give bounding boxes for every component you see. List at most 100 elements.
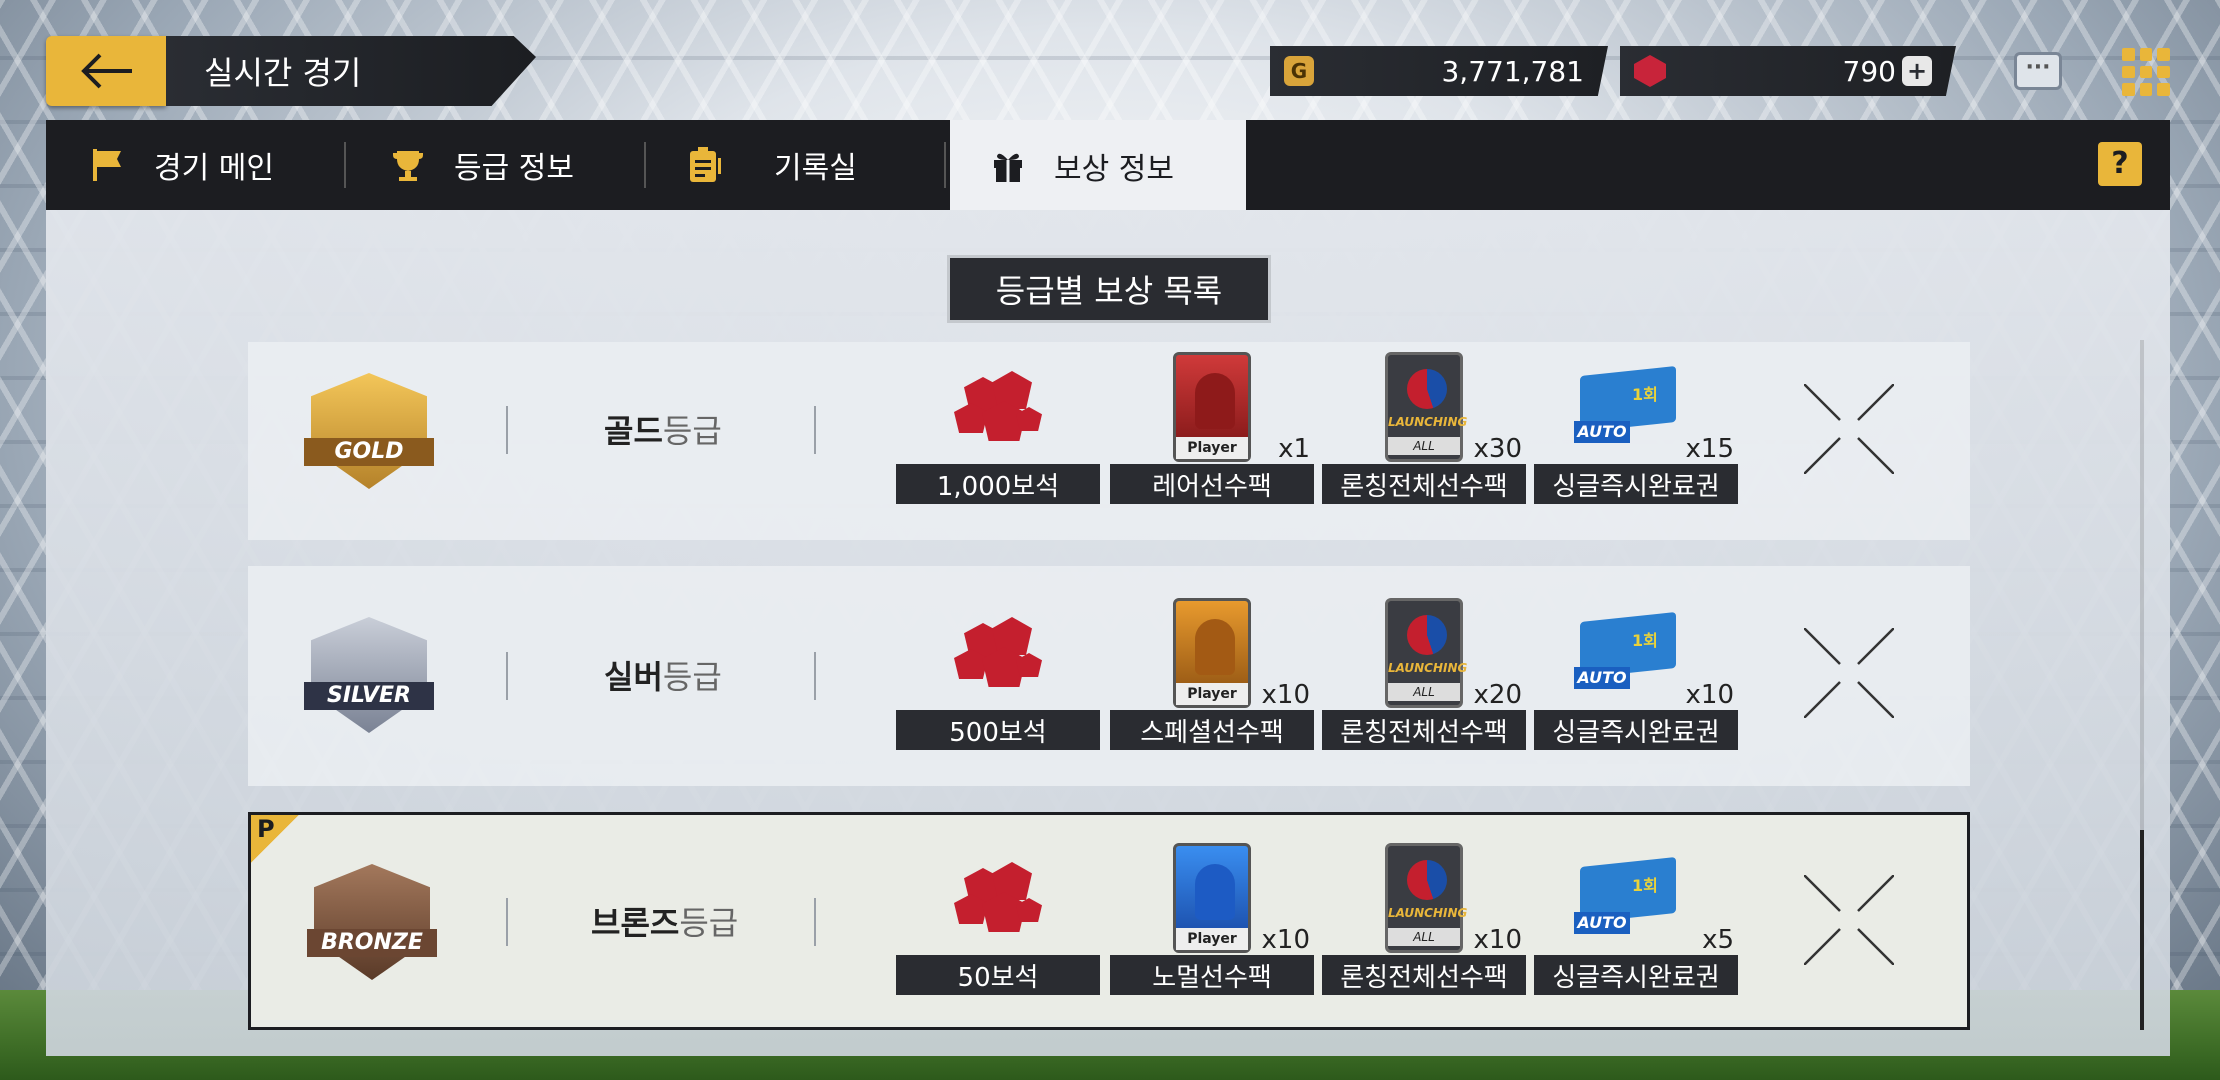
menu-grid-icon[interactable]: [2122, 48, 2170, 96]
reward-gems: 1,000보석: [896, 352, 1100, 504]
gem-amount: 790: [1842, 54, 1896, 88]
reward-player-pack: Player x10 노멀선수팩: [1110, 843, 1314, 995]
reward-ticket: 1회 AUTO x15 싱글즉시완료권: [1534, 352, 1738, 504]
empty-slot-icon: [1804, 384, 1894, 474]
single-clear-ticket-icon: 1회 AUTO: [1574, 856, 1678, 938]
reward-ticket: 1회 AUTO x10 싱글즉시완료권: [1534, 598, 1738, 750]
reward-launch-pack: LAUNCHING ALL x10 론칭전체선수팩: [1322, 843, 1526, 995]
reward-launch-pack: LAUNCHING ALL x20 론칭전체선수팩: [1322, 598, 1526, 750]
gem-pile-icon: [954, 367, 1042, 447]
grade-name: 실버등급: [604, 658, 722, 696]
grade-row-silver: SILVER 실버등급 500보석 Player x10 스페셜선수팩 LAUN…: [248, 566, 1970, 786]
divider: [814, 406, 816, 454]
gem-icon: [1634, 55, 1666, 87]
single-clear-ticket-icon: 1회 AUTO: [1574, 365, 1678, 447]
page-title: 실시간 경기: [204, 54, 362, 92]
reward-label: 론칭전체선수팩: [1322, 464, 1526, 504]
tab-divider: [344, 142, 346, 188]
launching-pack-icon: LAUNCHING ALL: [1385, 598, 1467, 708]
flag-icon: [90, 147, 126, 183]
reward-label: 1,000보석: [896, 464, 1100, 504]
reward-ticket: 1회 AUTO x5 싱글즉시완료권: [1534, 843, 1738, 995]
reward-label: 스페셜선수팩: [1110, 710, 1314, 750]
reward-quantity: x15: [1685, 434, 1734, 464]
arrow-left-icon: [81, 53, 132, 89]
reward-quantity: x20: [1473, 680, 1522, 710]
reward-label: 노멀선수팩: [1110, 955, 1314, 995]
gold-currency: G 3,771,781: [1270, 46, 1608, 96]
launching-pack-icon: LAUNCHING ALL: [1385, 352, 1467, 462]
divider: [506, 652, 508, 700]
reward-quantity: x10: [1685, 680, 1734, 710]
divider: [814, 652, 816, 700]
trophy-icon: [390, 147, 426, 183]
emblem-label: GOLD: [304, 438, 434, 466]
reward-quantity: x30: [1473, 434, 1522, 464]
reward-player-pack: Player x10 스페셜선수팩: [1110, 598, 1314, 750]
divider: [506, 406, 508, 454]
emblem-label: BRONZE: [307, 929, 437, 957]
tab-label: 경기 메인: [154, 151, 274, 186]
reward-label: 레어선수팩: [1110, 464, 1314, 504]
reward-label: 500보석: [896, 710, 1100, 750]
empty-slot-icon: [1804, 628, 1894, 718]
emblem-label: SILVER: [304, 682, 434, 710]
tab-match-main[interactable]: 경기 메인: [90, 120, 274, 210]
back-button[interactable]: [46, 36, 166, 106]
reward-quantity: x10: [1473, 925, 1522, 955]
reward-gems: 500보석: [896, 598, 1100, 750]
reward-quantity: x1: [1278, 434, 1310, 464]
tab-bar: 경기 메인 등급 정보 기록실 보상 정보 ?: [46, 120, 2170, 212]
bronze-emblem: BRONZE: [307, 857, 437, 987]
scrollbar[interactable]: [2140, 340, 2144, 1030]
reward-quantity: x5: [1702, 925, 1734, 955]
grade-name: 골드등급: [604, 412, 722, 450]
scroll-thumb[interactable]: [2140, 830, 2144, 1030]
divider: [506, 898, 508, 946]
player-card-icon: Player: [1173, 352, 1251, 462]
reward-label: 론칭전체선수팩: [1322, 710, 1526, 750]
current-grade-badge: P: [251, 815, 299, 863]
reward-label: 싱글즉시완료권: [1534, 710, 1738, 750]
tab-records[interactable]: 기록실: [686, 120, 857, 210]
tab-label: 등급 정보: [454, 151, 574, 186]
grade-row-bronze: P BRONZE 브론즈등급 50보석 Player x10 노멀선수팩 LAU…: [248, 812, 1970, 1030]
section-title: 등급별 보상 목록: [950, 258, 1268, 320]
reward-quantity: x10: [1261, 925, 1310, 955]
reward-player-pack: Player x1 레어선수팩: [1110, 352, 1314, 504]
player-card-icon: Player: [1173, 843, 1251, 953]
tab-grade-info[interactable]: 등급 정보: [390, 120, 574, 210]
gold-coin-icon: G: [1284, 56, 1314, 86]
reward-launch-pack: LAUNCHING ALL x30 론칭전체선수팩: [1322, 352, 1526, 504]
help-button[interactable]: ?: [2098, 142, 2142, 186]
grade-name: 브론즈등급: [591, 904, 739, 942]
gift-icon: [990, 148, 1026, 184]
tab-label: 기록실: [774, 151, 857, 186]
chat-icon[interactable]: ···: [2014, 52, 2062, 90]
tab-label: 보상 정보: [1054, 152, 1174, 187]
gem-currency: 790 +: [1620, 46, 1956, 96]
tab-reward-info[interactable]: 보상 정보: [950, 120, 1246, 212]
grade-row-gold: GOLD 골드등급 1,000보석 Player x1 레어선수팩 LAUNCH…: [248, 342, 1970, 540]
reward-label: 싱글즉시완료권: [1534, 464, 1738, 504]
clipboard-icon: [686, 147, 722, 183]
reward-label: 50보석: [896, 955, 1100, 995]
reward-gems: 50보석: [896, 843, 1100, 995]
reward-label: 싱글즉시완료권: [1534, 955, 1738, 995]
divider: [814, 898, 816, 946]
single-clear-ticket-icon: 1회 AUTO: [1574, 611, 1678, 693]
launching-pack-icon: LAUNCHING ALL: [1385, 843, 1467, 953]
gem-pile-icon: [954, 613, 1042, 693]
tab-divider: [944, 142, 946, 188]
page-title-bar: 실시간 경기: [166, 36, 536, 106]
player-card-icon: Player: [1173, 598, 1251, 708]
gold-emblem: GOLD: [304, 366, 434, 496]
add-gem-button[interactable]: +: [1902, 56, 1932, 86]
empty-slot-icon: [1804, 875, 1894, 965]
silver-emblem: SILVER: [304, 610, 434, 740]
gem-pile-icon: [954, 858, 1042, 938]
reward-quantity: x10: [1261, 680, 1310, 710]
reward-label: 론칭전체선수팩: [1322, 955, 1526, 995]
gold-amount: 3,771,781: [1441, 54, 1584, 88]
tab-divider: [644, 142, 646, 188]
